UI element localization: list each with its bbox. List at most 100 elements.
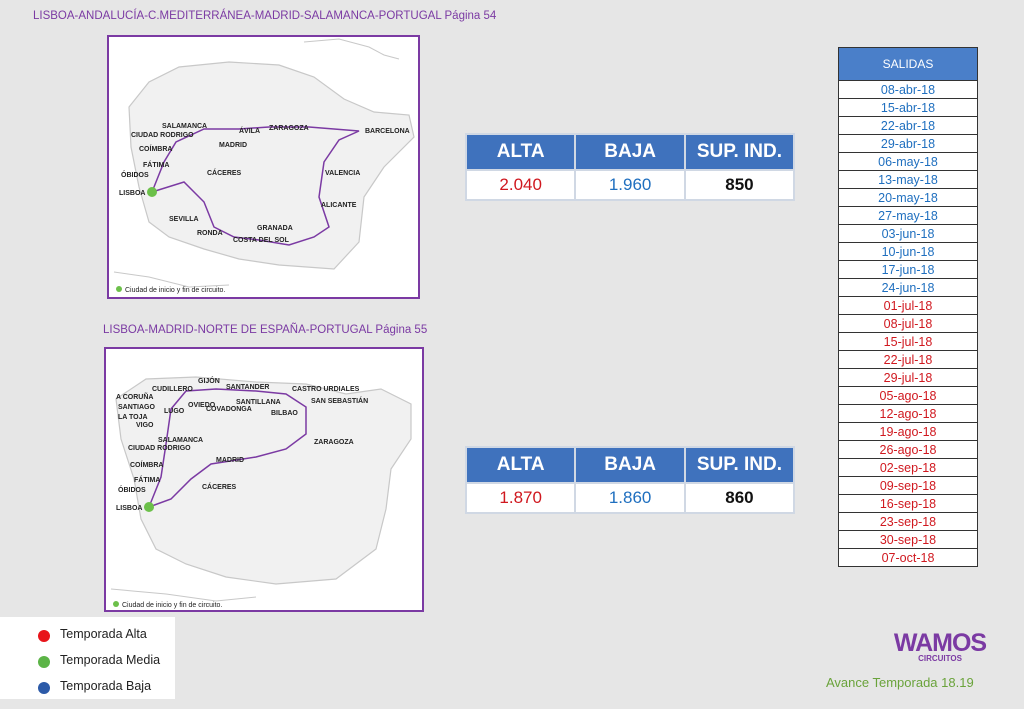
salida-row: 08-jul-18 bbox=[838, 314, 978, 333]
r2-alta-header: ALTA bbox=[464, 446, 577, 484]
salida-date: 15-abr-18 bbox=[838, 98, 978, 117]
r2-santander-label: SANTANDER bbox=[226, 384, 269, 391]
r1-caceres-label: CÁCERES bbox=[207, 168, 242, 177]
r1-coimbra-label: COÍMBRA bbox=[139, 144, 172, 153]
salida-row: 06-may-18 bbox=[838, 152, 978, 171]
r2-ciudad-rodrigo-label: CIUDAD RODRIGO bbox=[128, 445, 191, 452]
salida-row: 27-may-18 bbox=[838, 206, 978, 225]
legend-label-media: Temporada Media bbox=[60, 653, 161, 667]
r2-coimbra-label: COÍMBRA bbox=[130, 460, 163, 469]
r2-alta-price: 1.870 bbox=[464, 482, 577, 514]
r2-sup-price: 860 bbox=[683, 482, 796, 514]
salida-date: 30-sep-18 bbox=[838, 530, 978, 549]
r2-obidos-label: ÓBIDOS bbox=[118, 485, 146, 494]
salida-date: 05-ago-18 bbox=[838, 386, 978, 405]
r1-salamanca-label: SALAMANCA bbox=[162, 123, 207, 130]
r2-a-coruna-label: A CORUÑA bbox=[116, 392, 153, 401]
r2-santillana-label: SANTILLANA bbox=[236, 399, 281, 406]
r1-costa-del-sol-label: COSTA DEL SOL bbox=[233, 237, 290, 244]
r2-la-toja-label: LA TOJA bbox=[118, 414, 148, 421]
r1-ciudad-rodrigo-label: CIUDAD RODRIGO bbox=[131, 132, 194, 139]
route2-map-graphic: GIJÓN CUDILLERO SANTANDER CASTRO URDIALE… bbox=[110, 376, 412, 609]
season-caption: Avance Temporada 18.19 bbox=[826, 675, 974, 690]
r1-alta-price: 2.040 bbox=[464, 169, 577, 201]
r2-baja-price: 1.860 bbox=[574, 482, 686, 514]
salida-date: 26-ago-18 bbox=[838, 440, 978, 459]
salida-date: 08-jul-18 bbox=[838, 314, 978, 333]
salida-row: 22-abr-18 bbox=[838, 116, 978, 135]
r1-baja-header: BAJA bbox=[574, 133, 686, 171]
salida-date: 09-sep-18 bbox=[838, 476, 978, 495]
salida-date: 29-jul-18 bbox=[838, 368, 978, 387]
salida-date: 16-sep-18 bbox=[838, 494, 978, 513]
salida-row: 01-jul-18 bbox=[838, 296, 978, 315]
salida-date: 27-may-18 bbox=[838, 206, 978, 225]
salida-date: 10-jun-18 bbox=[838, 242, 978, 261]
r1-valencia-label: VALENCIA bbox=[325, 170, 360, 177]
r2-cudillero-label: CUDILLERO bbox=[152, 386, 193, 393]
salidas-table: SALIDAS 08-abr-18 15-abr-18 22-abr-18 29-ab… bbox=[838, 47, 978, 567]
salida-row: 26-ago-18 bbox=[838, 440, 978, 459]
salida-date: 17-jun-18 bbox=[838, 260, 978, 279]
salida-date: 22-abr-18 bbox=[838, 116, 978, 135]
r1-lisboa-label: LISBOA bbox=[119, 190, 145, 197]
r1-obidos-label: ÓBIDOS bbox=[121, 170, 149, 179]
salida-date: 22-jul-18 bbox=[838, 350, 978, 369]
r1-ronda-label: RONDA bbox=[197, 230, 223, 237]
salida-date: 03-jun-18 bbox=[838, 224, 978, 243]
salida-row: 15-abr-18 bbox=[838, 98, 978, 117]
r2-santiago-label: SANTIAGO bbox=[118, 404, 156, 411]
route2-price-table: ALTA BAJA SUP. IND. 1.870 1.860 860 bbox=[464, 446, 796, 514]
r2-baja-header: BAJA bbox=[574, 446, 686, 484]
route1-title: LISBOA-ANDALUCÍA-C.MEDITERRÁNEA-MADRID-S… bbox=[33, 10, 497, 22]
salida-row: 24-jun-18 bbox=[838, 278, 978, 297]
r2-caceres-label: CÁCERES bbox=[202, 482, 237, 491]
r1-baja-price: 1.960 bbox=[574, 169, 686, 201]
season-legend: Temporada Alta Temporada Media Temporada… bbox=[0, 617, 175, 699]
salida-date: 20-may-18 bbox=[838, 188, 978, 207]
r1-sup-price: 850 bbox=[683, 169, 796, 201]
salida-date: 07-oct-18 bbox=[838, 548, 978, 567]
salida-row: 17-jun-18 bbox=[838, 260, 978, 279]
r1-avila-label: ÁVILA bbox=[239, 126, 260, 135]
r2-covadonga-label: COVADONGA bbox=[206, 406, 252, 413]
salida-row: 30-sep-18 bbox=[838, 530, 978, 549]
r1-granada-label: GRANADA bbox=[257, 225, 293, 232]
r1-madrid-label: MADRID bbox=[219, 142, 247, 149]
r1-barcelona-label: BARCELONA bbox=[365, 128, 410, 135]
salida-row: 20-may-18 bbox=[838, 188, 978, 207]
red-dot-icon bbox=[38, 630, 50, 642]
salida-row: 08-abr-18 bbox=[838, 80, 978, 99]
salida-row: 09-sep-18 bbox=[838, 476, 978, 495]
salida-row: 19-ago-18 bbox=[838, 422, 978, 441]
r1-zaragoza-label: ZARAGOZA bbox=[269, 125, 309, 132]
r2-fatima-label: FÁTIMA bbox=[134, 475, 160, 484]
r2-zaragoza-label: ZARAGOZA bbox=[314, 439, 354, 446]
salida-row: 16-sep-18 bbox=[838, 494, 978, 513]
salida-row: 05-ago-18 bbox=[838, 386, 978, 405]
r2-madrid-label: MADRID bbox=[216, 457, 244, 464]
salida-row: 03-jun-18 bbox=[838, 224, 978, 243]
salida-date: 15-jul-18 bbox=[838, 332, 978, 351]
salida-date: 19-ago-18 bbox=[838, 422, 978, 441]
r2-san-sebastian-label: SAN SEBASTIÁN bbox=[311, 396, 368, 405]
r1-map-footnote: Ciudad de inicio y fin de circuito. bbox=[125, 287, 225, 294]
route2-title: LISBOA-MADRID-NORTE DE ESPAÑA-PORTUGAL P… bbox=[103, 324, 428, 336]
route1-price-table: ALTA BAJA SUP. IND. 2.040 1.960 850 bbox=[464, 133, 796, 201]
salida-date: 06-may-18 bbox=[838, 152, 978, 171]
salida-row: 07-oct-18 bbox=[838, 548, 978, 567]
legend-label-alta: Temporada Alta bbox=[60, 627, 147, 641]
r1-sevilla-label: SEVILLA bbox=[169, 216, 199, 223]
salida-date: 23-sep-18 bbox=[838, 512, 978, 531]
r2-bilbao-label: BILBAO bbox=[271, 410, 298, 417]
logo-text: WAMOS bbox=[893, 629, 987, 657]
green-dot-icon bbox=[38, 656, 50, 668]
salida-date: 01-jul-18 bbox=[838, 296, 978, 315]
salida-row: 29-abr-18 bbox=[838, 134, 978, 153]
salida-date: 24-jun-18 bbox=[838, 278, 978, 297]
r2-lugo-label: LUGO bbox=[164, 408, 185, 415]
salida-date: 02-sep-18 bbox=[838, 458, 978, 477]
salida-row: 15-jul-18 bbox=[838, 332, 978, 351]
r1-fatima-label: FÁTIMA bbox=[143, 160, 169, 169]
salida-date: 12-ago-18 bbox=[838, 404, 978, 423]
